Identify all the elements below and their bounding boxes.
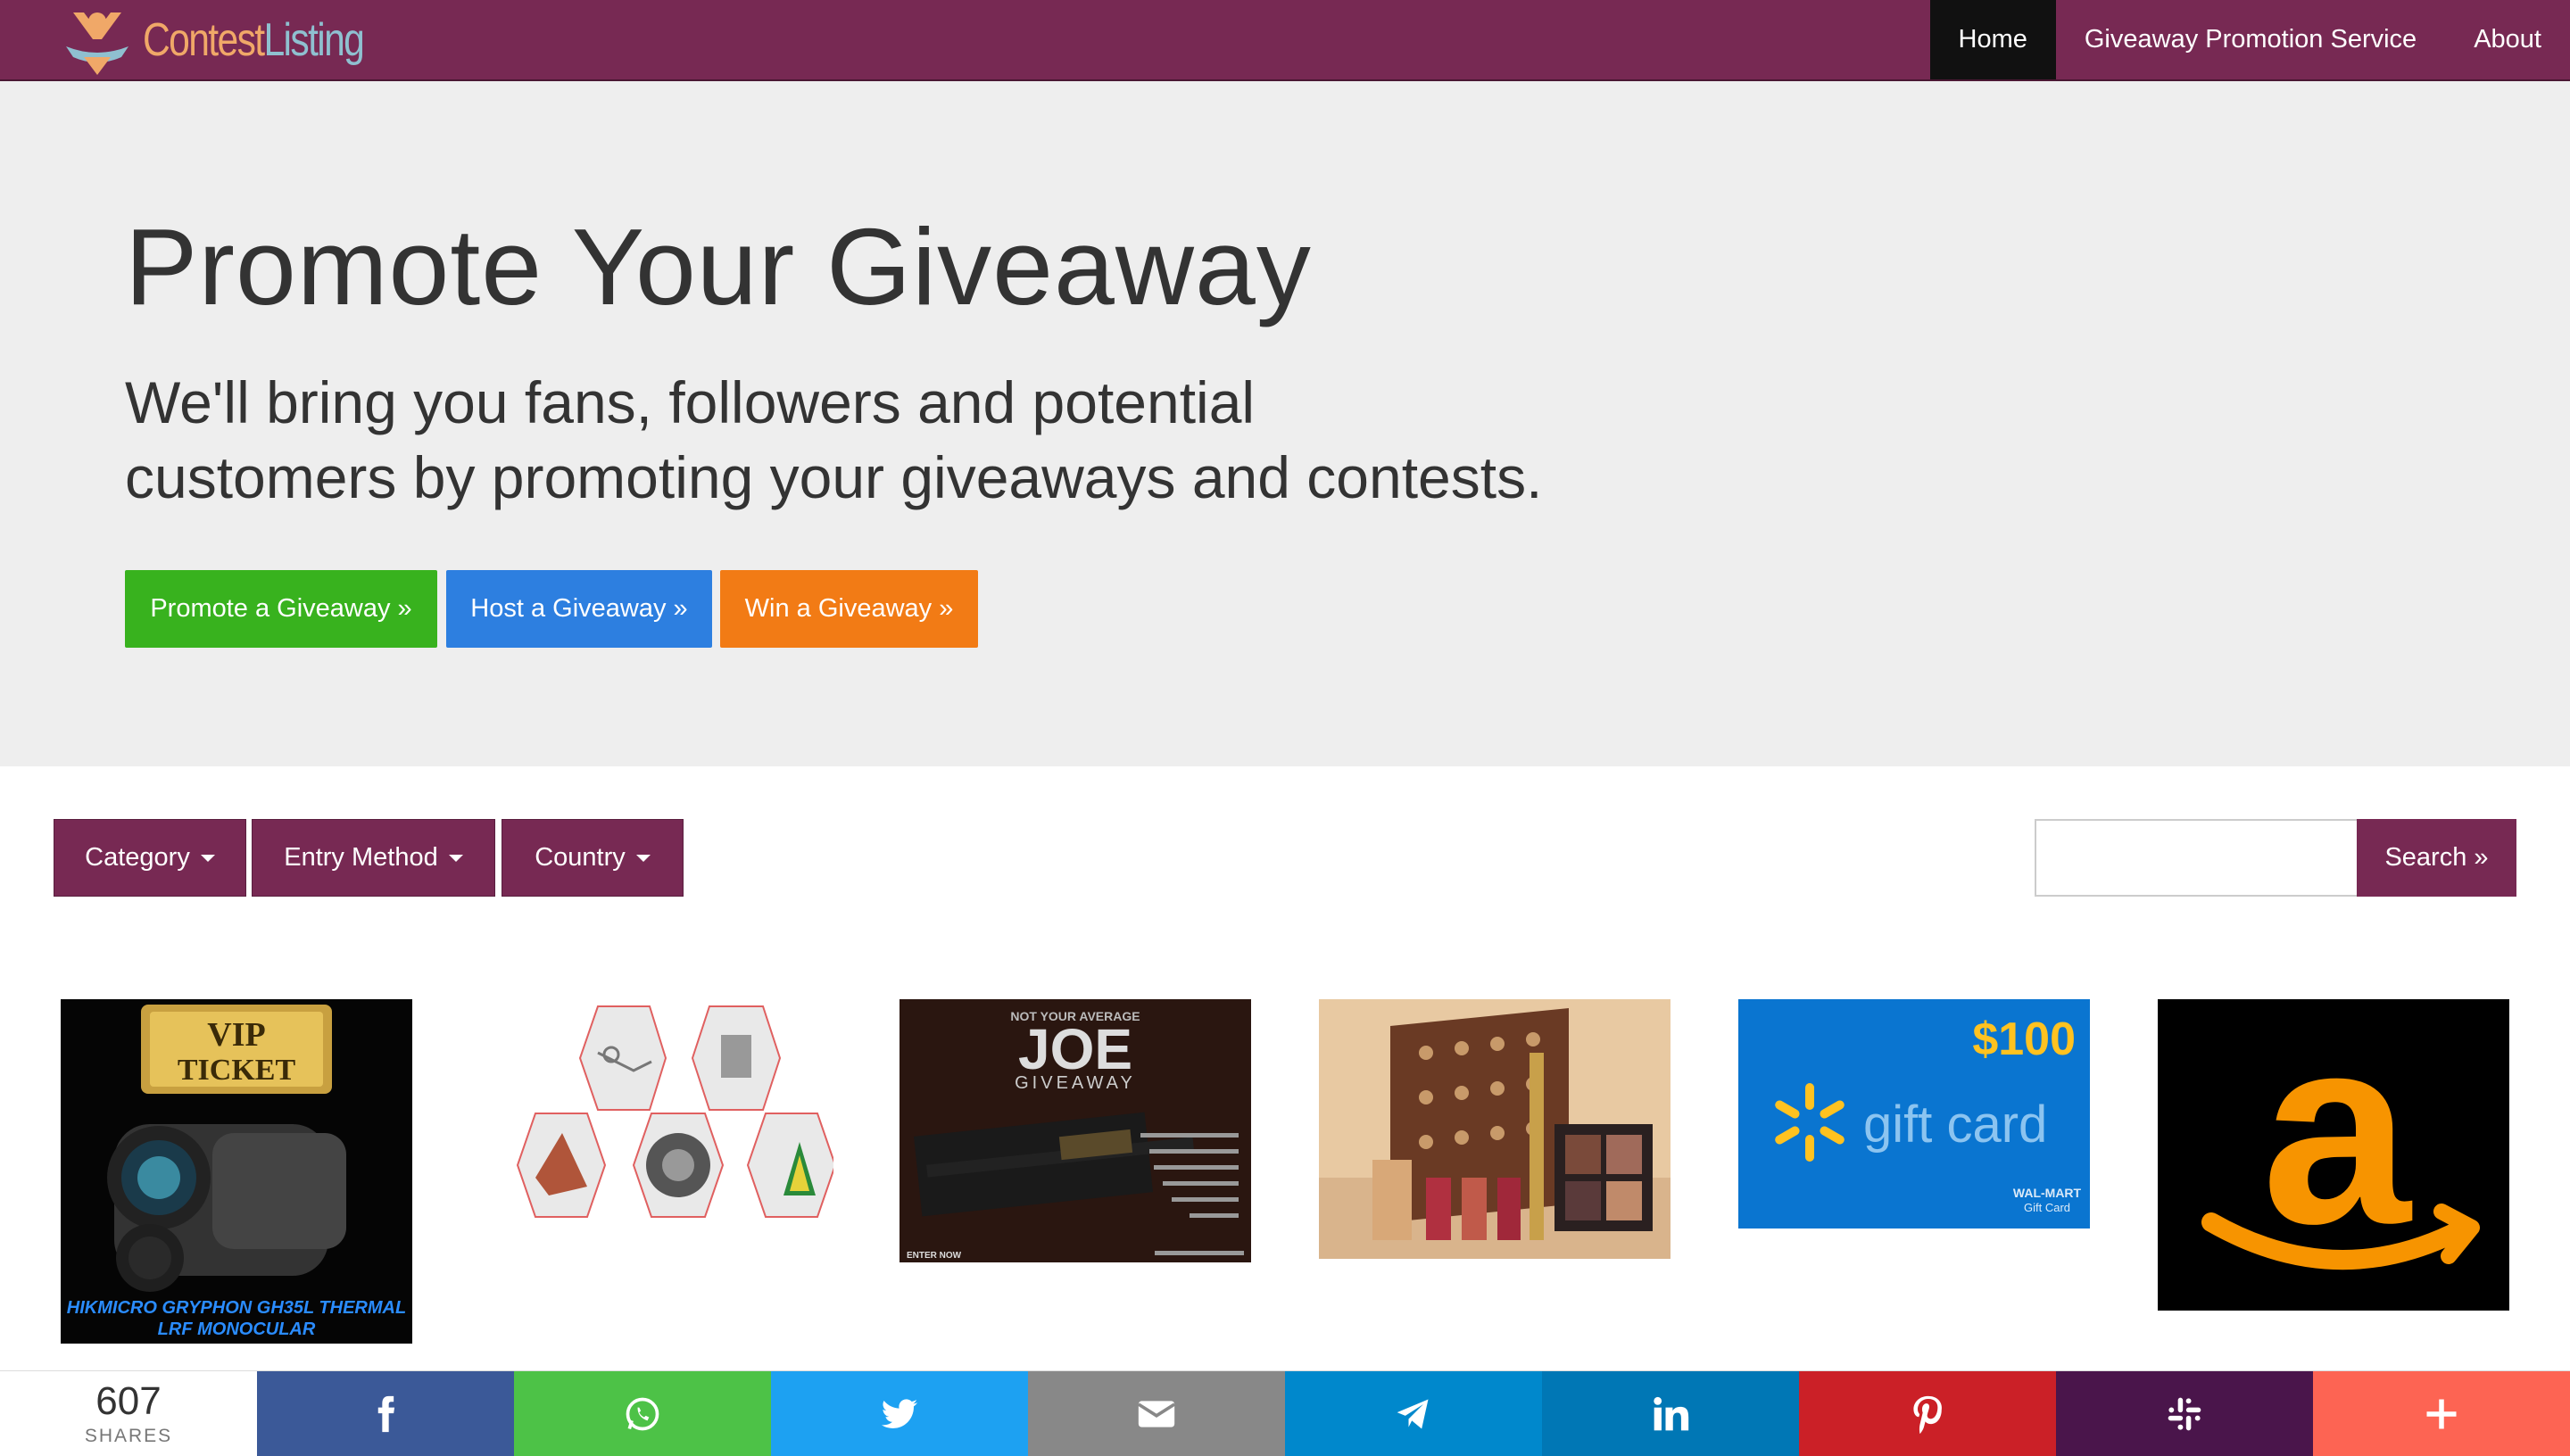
- hero-subtitle-line: customers by promoting your giveaways an…: [125, 444, 1543, 510]
- listing-thumbnail-vip-monocular[interactable]: VIP TICKET HIKMICRO GRYPHON GH35L THERMA…: [61, 999, 412, 1344]
- search-input[interactable]: [2035, 819, 2358, 897]
- listing-thumbnail-amazon[interactable]: a: [2158, 999, 2509, 1311]
- listing-caption-line: LRF MONOCULAR: [158, 1320, 316, 1339]
- main-nav: Home Giveaway Promotion Service About: [1929, 0, 2570, 79]
- more-share-button[interactable]: [2313, 1371, 2570, 1456]
- caret-down-icon: [448, 854, 463, 862]
- gift-card-brand-line: WAL-MART: [2013, 1186, 2082, 1200]
- hero-subtitle: We'll bring you fans, followers and pote…: [125, 365, 1642, 515]
- host-giveaway-button[interactable]: Host a Giveaway »: [446, 570, 712, 648]
- nav-item-home[interactable]: Home: [1929, 0, 2056, 79]
- share-count: 607 SHARES: [0, 1371, 257, 1456]
- pinterest-share-button[interactable]: [1799, 1371, 2056, 1456]
- logo-text: ContestListing: [143, 13, 365, 66]
- joe-headline: JOE: [1018, 1017, 1132, 1081]
- vip-badge-line: VIP: [207, 1016, 265, 1054]
- listing-thumbnail-walmart-gift-card[interactable]: $100 gift card WAL-MART Gift Card: [1738, 999, 2090, 1228]
- entry-method-label: Entry Method: [284, 843, 438, 872]
- country-dropdown[interactable]: Country: [502, 819, 684, 897]
- twitter-icon: [881, 1399, 918, 1428]
- win-giveaway-button[interactable]: Win a Giveaway »: [720, 570, 978, 648]
- whatsapp-share-button[interactable]: [514, 1371, 771, 1456]
- linkedin-icon: [1654, 1396, 1689, 1431]
- joe-cta: ENTER NOW: [907, 1251, 962, 1261]
- category-label: Category: [85, 843, 190, 872]
- nav-item-about[interactable]: About: [2445, 0, 2570, 79]
- country-label: Country: [535, 843, 626, 872]
- linkedin-share-button[interactable]: [1542, 1371, 1799, 1456]
- facebook-share-button[interactable]: [257, 1371, 514, 1456]
- category-dropdown[interactable]: Category: [54, 819, 246, 897]
- slack-share-button[interactable]: [2056, 1371, 2313, 1456]
- search-button[interactable]: Search »: [2357, 819, 2516, 897]
- hero-subtitle-line: We'll bring you fans, followers and pote…: [125, 369, 1256, 435]
- slack-icon: [2168, 1397, 2201, 1431]
- plus-icon: [2426, 1399, 2457, 1429]
- caret-down-icon: [635, 854, 651, 862]
- hero-section: Promote Your Giveaway We'll bring you fa…: [0, 81, 2570, 766]
- telegram-share-button[interactable]: [1285, 1371, 1542, 1456]
- navbar: ContestListing Home Giveaway Promotion S…: [0, 0, 2570, 81]
- listing-caption-line: HIKMICRO GRYPHON GH35L THERMAL: [67, 1298, 406, 1318]
- listing-thumbnail-cosmetics[interactable]: [1319, 999, 1670, 1259]
- entry-method-dropdown[interactable]: Entry Method: [252, 819, 495, 897]
- gift-card-label: gift card: [1863, 1096, 2047, 1154]
- pinterest-icon: [1913, 1395, 1942, 1434]
- gift-card-amount: $100: [1972, 1013, 2076, 1065]
- share-count-label: SHARES: [84, 1426, 173, 1446]
- joe-subheadline: GIVEAWAY: [1015, 1073, 1136, 1093]
- listing-thumbnail-joe-giveaway[interactable]: NOT YOUR AVERAGE JOE GIVEAWAY ENTER NOW: [900, 999, 1251, 1262]
- amazon-a-icon: a: [2262, 999, 2413, 1279]
- vip-badge-line: TICKET: [178, 1054, 296, 1087]
- envelope-icon: [1137, 1401, 1176, 1427]
- nav-item-giveaway-promotion-service[interactable]: Giveaway Promotion Service: [2056, 0, 2445, 79]
- listing-thumbnail-puzzles[interactable]: [482, 999, 833, 1233]
- whatsapp-icon: [626, 1397, 659, 1431]
- site-logo[interactable]: ContestListing: [57, 0, 412, 79]
- share-bar: 607 SHARES: [0, 1370, 2570, 1456]
- email-share-button[interactable]: [1028, 1371, 1285, 1456]
- gift-card-brand-line: Gift Card: [2024, 1201, 2070, 1214]
- hero-title: Promote Your Giveaway: [125, 206, 1312, 327]
- facebook-icon: [377, 1395, 395, 1433]
- telegram-icon: [1397, 1399, 1429, 1429]
- promote-giveaway-button[interactable]: Promote a Giveaway »: [125, 570, 437, 648]
- share-count-number: 607: [95, 1379, 162, 1423]
- logo-figure-icon: [57, 4, 137, 77]
- twitter-share-button[interactable]: [771, 1371, 1028, 1456]
- caret-down-icon: [200, 854, 215, 862]
